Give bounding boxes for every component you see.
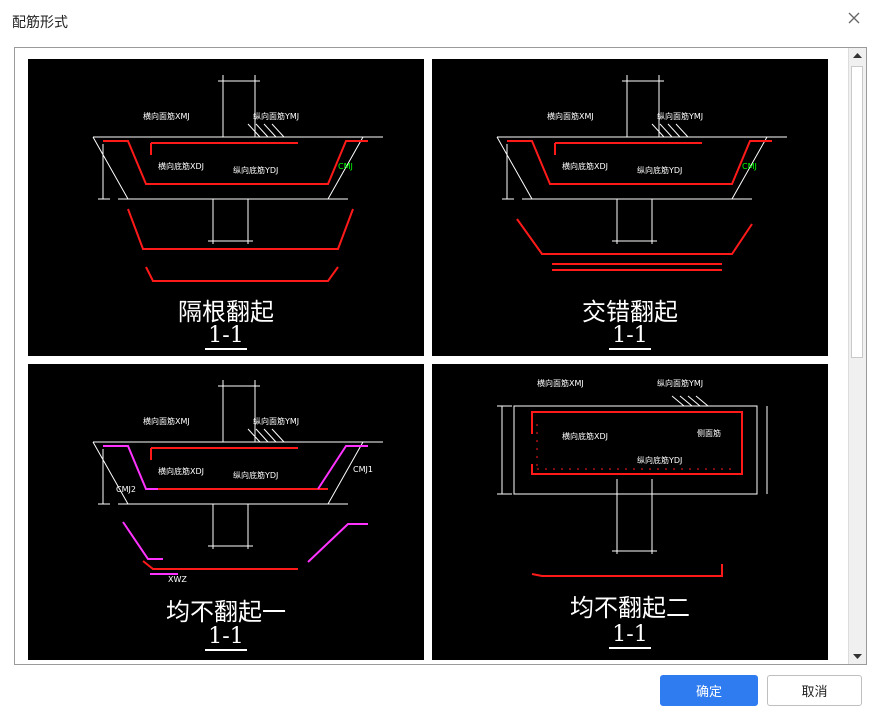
label-transverse-bottom: 横向底筋XDJ xyxy=(158,466,204,476)
option-panel-none-bent-one[interactable]: 横向面筋XMJ 纵向面筋YMJ 横向底筋XDJ 纵向底筋YDJ CMJ2 CMJ… xyxy=(28,364,424,660)
label-side-bar: 侧面筋 xyxy=(697,428,721,438)
label-transverse-top: 横向面筋XMJ xyxy=(143,111,190,121)
option-title: 交错翻起 xyxy=(582,298,678,326)
option-title: 均不翻起二 xyxy=(570,594,690,622)
section-label: 1-1 xyxy=(432,323,828,350)
rebar-form-dialog: 配筋形式 横向面筋XMJ 纵向面筋YMJ 横向底筋XDJ 纵向底筋YDJ CMJ… xyxy=(0,0,872,719)
label-transverse-bottom: 横向底筋XDJ xyxy=(562,431,608,441)
label-longitudinal-bottom: 纵向底筋YDJ xyxy=(233,470,278,480)
label-transverse-top: 横向面筋XMJ xyxy=(547,111,594,121)
label-transverse-top: 横向面筋XMJ xyxy=(143,416,190,426)
options-viewport: 横向面筋XMJ 纵向面筋YMJ 横向底筋XDJ 纵向底筋YDJ CMJ 隔根翻起… xyxy=(14,47,867,665)
section-label-text: 1-1 xyxy=(205,624,247,651)
scrollbar-thumb[interactable] xyxy=(851,66,863,358)
vertical-scrollbar[interactable] xyxy=(848,48,866,664)
section-label: 1-1 xyxy=(28,323,424,350)
label-longitudinal-top: 纵向面筋YMJ xyxy=(657,111,703,121)
label-cmj: CMJ xyxy=(742,162,757,171)
label-cmj1: CMJ1 xyxy=(353,465,373,474)
label-transverse-top: 横向面筋XMJ xyxy=(537,378,584,388)
option-panel-none-bent-two[interactable]: 横向面筋XMJ 纵向面筋YMJ 横向底筋XDJ 纵向底筋YDJ 侧面筋 均不翻起… xyxy=(432,364,828,660)
label-cmj: CMJ xyxy=(338,162,353,171)
section-label: 1-1 xyxy=(28,624,424,651)
label-longitudinal-top: 纵向面筋YMJ xyxy=(253,416,299,426)
confirm-button[interactable]: 确定 xyxy=(660,675,758,706)
scroll-down-icon[interactable] xyxy=(849,648,866,664)
section-label-text: 1-1 xyxy=(609,323,651,350)
dialog-title: 配筋形式 xyxy=(12,15,68,31)
option-panel-alternate-bent[interactable]: 横向面筋XMJ 纵向面筋YMJ 横向底筋XDJ 纵向底筋YDJ CMJ 隔根翻起… xyxy=(28,59,424,356)
label-longitudinal-top: 纵向面筋YMJ xyxy=(253,111,299,121)
option-title: 隔根翻起 xyxy=(178,298,274,326)
label-transverse-bottom: 横向底筋XDJ xyxy=(562,161,608,171)
label-transverse-bottom: 横向底筋XDJ xyxy=(158,161,204,171)
label-xwz: XWZ xyxy=(168,575,187,584)
option-title: 均不翻起一 xyxy=(166,598,286,626)
section-label-text: 1-1 xyxy=(609,622,651,649)
close-icon[interactable] xyxy=(846,10,862,26)
label-longitudinal-top: 纵向面筋YMJ xyxy=(657,378,703,388)
label-longitudinal-bottom: 纵向底筋YDJ xyxy=(637,165,682,175)
cancel-button[interactable]: 取消 xyxy=(767,675,862,706)
scroll-up-icon[interactable] xyxy=(849,48,866,64)
label-longitudinal-bottom: 纵向底筋YDJ xyxy=(637,455,682,465)
option-panel-staggered-bent[interactable]: 横向面筋XMJ 纵向面筋YMJ 横向底筋XDJ 纵向底筋YDJ CMJ 交错翻起… xyxy=(432,59,828,356)
section-label-text: 1-1 xyxy=(205,323,247,350)
label-longitudinal-bottom: 纵向底筋YDJ xyxy=(233,165,278,175)
section-label: 1-1 xyxy=(432,622,828,649)
label-cmj2: CMJ2 xyxy=(116,485,136,494)
